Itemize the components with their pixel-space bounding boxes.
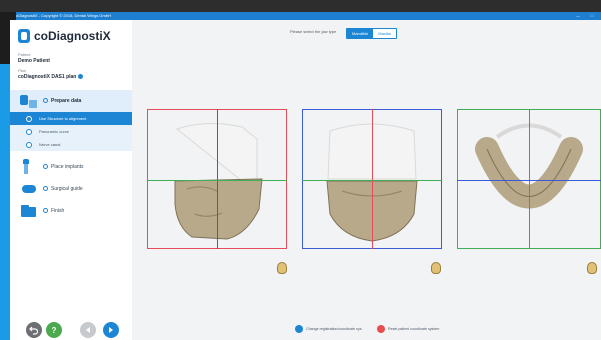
prev-button[interactable] — [80, 322, 96, 338]
reset-coordinate-label: Reset patient coordinate system — [388, 327, 440, 331]
prepare-data-icon — [20, 93, 38, 109]
jaw-type-prompt: Please select the jaw type — [290, 29, 337, 34]
view-axis-vertical — [217, 109, 218, 249]
patient-name: Demo Patient — [18, 58, 50, 64]
maximize-button[interactable]: □ — [587, 12, 597, 20]
sidebar: coDiagnostiX Patient Demo Patient Plan c… — [10, 20, 133, 340]
change-registration-label: Change registration/coordinate sys. — [306, 327, 363, 331]
step-prepare-data[interactable]: Prepare data — [10, 90, 132, 112]
plan-name-row: coDiagnostiX DAS1 plan — [18, 74, 128, 80]
substep-radio-icon — [26, 115, 32, 122]
minimize-button[interactable]: — — [573, 12, 583, 20]
surgical-guide-label: Surgical guide — [43, 186, 83, 192]
undo-icon — [29, 326, 39, 335]
substep-label: Nerve canal — [39, 142, 61, 147]
top-bar — [0, 0, 601, 12]
next-arrow-icon — [109, 327, 113, 333]
plan-name: coDiagnostiX DAS1 plan — [18, 74, 77, 80]
view-frontal[interactable] — [302, 109, 442, 249]
implant-icon — [20, 159, 38, 175]
help-button[interactable]: ? — [46, 322, 62, 338]
patient-info: Patient Demo Patient — [18, 52, 128, 64]
reset-coordinate-action[interactable]: Reset patient coordinate system — [377, 324, 439, 334]
head-orientation-icon[interactable] — [431, 262, 441, 274]
finish-label: Finish — [43, 208, 64, 214]
head-orientation-icon[interactable] — [587, 262, 597, 274]
folder-icon — [20, 203, 38, 219]
window-titlebar: coDiagnostiX - Copyright © 2018, Dental … — [10, 12, 601, 20]
substep-panoramic-curve[interactable]: Panoramic curve — [10, 125, 132, 138]
jaw-type-toggle[interactable]: Mandible Maxilla — [346, 28, 397, 39]
undo-button[interactable] — [26, 322, 42, 338]
app-window: coDiagnostiX - Copyright © 2018, Dental … — [0, 0, 601, 340]
plan-info-icon[interactable] — [78, 74, 84, 80]
substep-radio-icon — [26, 128, 32, 135]
prev-arrow-icon — [86, 327, 90, 333]
view-axis-horizontal — [302, 180, 442, 181]
view-axis-horizontal — [457, 180, 601, 181]
step-surgical-guide[interactable]: Surgical guide — [10, 178, 132, 200]
left-accent-strip — [0, 12, 16, 340]
view-axis-vertical — [372, 109, 373, 249]
view-axis-vertical — [529, 109, 530, 249]
app-name: coDiagnostiX — [34, 29, 111, 43]
substep-label: Panoramic curve — [39, 129, 70, 134]
substep-structure-alignment[interactable]: Use Structure to alignment — [10, 112, 132, 125]
step-place-implants[interactable]: Place implants — [10, 156, 132, 178]
jaw-option-maxilla[interactable]: Maxilla — [373, 29, 396, 38]
substep-label: Use Structure to alignment — [39, 116, 87, 121]
change-registration-action[interactable]: Change registration/coordinate sys. — [295, 324, 363, 334]
head-orientation-icon[interactable] — [277, 262, 287, 274]
surgical-guide-icon — [20, 181, 38, 197]
view-occlusal[interactable] — [457, 109, 601, 249]
view-axis-horizontal — [147, 180, 287, 181]
window-title: coDiagnostiX - Copyright © 2018, Dental … — [14, 13, 111, 18]
substep-radio-icon — [26, 141, 32, 148]
prepare-data-label: Prepare data — [43, 98, 81, 104]
next-button[interactable] — [103, 322, 119, 338]
substep-nerve-canal[interactable]: Nerve canal — [10, 138, 132, 151]
reset-coordinate-icon — [377, 325, 385, 333]
app-logo: coDiagnostiX — [18, 27, 111, 45]
place-implants-label: Place implants — [43, 164, 84, 170]
plan-info: Plan coDiagnostiX DAS1 plan — [18, 68, 128, 80]
main-viewport: Please select the jaw type Mandible Maxi… — [132, 20, 601, 340]
logo-mark-icon — [18, 29, 30, 43]
patient-label: Patient — [18, 52, 31, 57]
jaw-option-mandible[interactable]: Mandible — [347, 29, 374, 38]
view-lateral[interactable] — [147, 109, 287, 249]
plan-label: Plan — [18, 68, 27, 73]
step-finish[interactable]: Finish — [10, 200, 132, 222]
coordinate-system-icon — [295, 325, 303, 333]
